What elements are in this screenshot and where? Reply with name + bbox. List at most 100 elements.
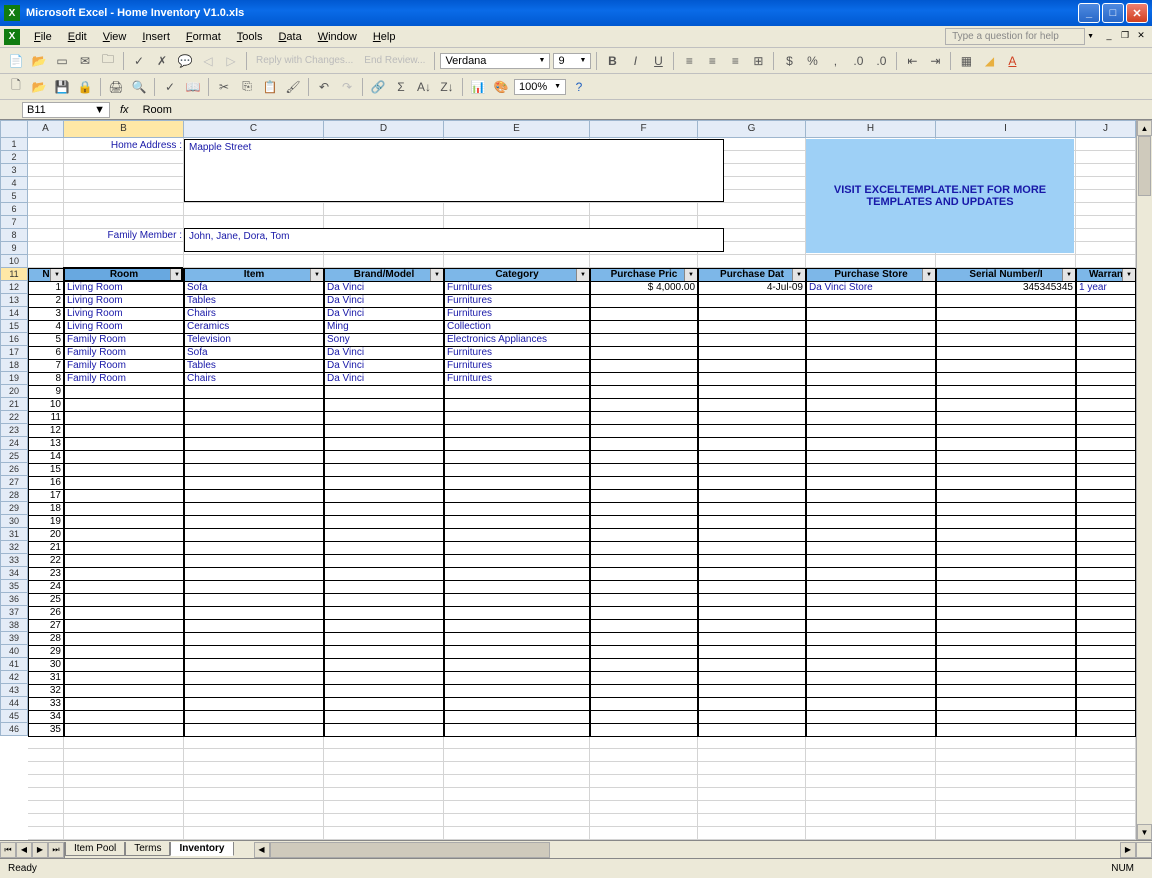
help-icon[interactable]: ?	[569, 77, 589, 97]
cell[interactable]	[444, 516, 590, 529]
cell[interactable]: 4-Jul-09	[698, 282, 806, 295]
row-header-3[interactable]: 3	[0, 164, 28, 177]
row-header-15[interactable]: 15	[0, 320, 28, 333]
cell[interactable]	[590, 295, 698, 308]
cell[interactable]	[936, 529, 1076, 542]
table-row[interactable]: 32	[28, 685, 1136, 698]
cell[interactable]	[698, 555, 806, 568]
cell[interactable]	[590, 633, 698, 646]
tab-last-button[interactable]: ⏭	[48, 842, 64, 858]
cell[interactable]: 16	[28, 477, 64, 490]
table-row[interactable]: 10	[28, 399, 1136, 412]
table-row[interactable]: 1Living RoomSofaDa VinciFurnitures$ 4,00…	[28, 282, 1136, 295]
vertical-scrollbar[interactable]: ▲ ▼	[1136, 120, 1152, 840]
cell[interactable]: 21	[28, 542, 64, 555]
cell[interactable]	[324, 451, 444, 464]
cell[interactable]	[444, 685, 590, 698]
cell[interactable]	[936, 295, 1076, 308]
cell[interactable]: 1	[28, 282, 64, 295]
cell[interactable]	[184, 672, 324, 685]
cell[interactable]: 27	[28, 620, 64, 633]
cell[interactable]	[444, 633, 590, 646]
cell[interactable]	[806, 581, 936, 594]
cell[interactable]	[184, 633, 324, 646]
cell[interactable]	[806, 477, 936, 490]
cell[interactable]	[1076, 425, 1136, 438]
cell[interactable]	[590, 399, 698, 412]
cell[interactable]	[698, 568, 806, 581]
cell[interactable]	[1076, 542, 1136, 555]
cell[interactable]	[698, 646, 806, 659]
cell[interactable]: 2	[28, 295, 64, 308]
row-header-32[interactable]: 32	[0, 541, 28, 554]
cell[interactable]	[936, 464, 1076, 477]
cell[interactable]	[1076, 373, 1136, 386]
cell[interactable]	[590, 477, 698, 490]
table-row[interactable]: 2Living RoomTablesDa VinciFurnitures	[28, 295, 1136, 308]
cell[interactable]	[184, 711, 324, 724]
cell[interactable]	[590, 464, 698, 477]
cell[interactable]	[698, 425, 806, 438]
cell[interactable]	[184, 620, 324, 633]
cell[interactable]	[64, 516, 184, 529]
cell[interactable]	[184, 659, 324, 672]
row-header-36[interactable]: 36	[0, 593, 28, 606]
cell[interactable]: Da Vinci	[324, 308, 444, 321]
cell[interactable]	[806, 529, 936, 542]
cell[interactable]	[324, 581, 444, 594]
cell[interactable]	[444, 646, 590, 659]
cell[interactable]	[936, 477, 1076, 490]
row-header-27[interactable]: 27	[0, 476, 28, 489]
row-header-40[interactable]: 40	[0, 645, 28, 658]
cell[interactable]	[324, 477, 444, 490]
cell[interactable]: Sony	[324, 334, 444, 347]
cell[interactable]	[324, 555, 444, 568]
row-header-4[interactable]: 4	[0, 177, 28, 190]
cell[interactable]	[1076, 464, 1136, 477]
row-header-17[interactable]: 17	[0, 346, 28, 359]
cell[interactable]: 6	[28, 347, 64, 360]
filter-dropdown-icon[interactable]: ▼	[1062, 269, 1075, 281]
cell[interactable]	[936, 334, 1076, 347]
cell[interactable]	[444, 412, 590, 425]
cell[interactable]: Living Room	[64, 308, 184, 321]
cell[interactable]	[590, 568, 698, 581]
cell[interactable]	[184, 568, 324, 581]
end-review-button[interactable]: End Review...	[360, 55, 429, 66]
cell[interactable]	[64, 386, 184, 399]
cell[interactable]: Tables	[184, 360, 324, 373]
cell[interactable]	[936, 373, 1076, 386]
window-minimize-button[interactable]: _	[1078, 3, 1100, 23]
cell[interactable]	[806, 373, 936, 386]
cell[interactable]	[444, 477, 590, 490]
cell[interactable]: Da Vinci	[324, 360, 444, 373]
cell[interactable]	[324, 516, 444, 529]
cell[interactable]: Furnitures	[444, 360, 590, 373]
col-header-H[interactable]: H	[806, 120, 936, 138]
cell[interactable]	[806, 555, 936, 568]
cell-grid[interactable]: Mapple Street John, Jane, Dora, Tom Home…	[28, 138, 1136, 840]
cell[interactable]	[324, 672, 444, 685]
menu-help[interactable]: Help	[365, 28, 404, 46]
cell[interactable]	[184, 607, 324, 620]
row-header-16[interactable]: 16	[0, 333, 28, 346]
cell[interactable]	[936, 438, 1076, 451]
row-header-10[interactable]: 10	[0, 255, 28, 268]
cell[interactable]: 17	[28, 490, 64, 503]
cell[interactable]	[936, 672, 1076, 685]
cell[interactable]	[806, 672, 936, 685]
comma-button[interactable]: ,	[825, 51, 845, 71]
cell[interactable]	[184, 646, 324, 659]
cell[interactable]	[64, 477, 184, 490]
cell[interactable]: 35	[28, 724, 64, 737]
row-header-39[interactable]: 39	[0, 632, 28, 645]
formula-input[interactable]: Room	[139, 103, 1152, 117]
sheet-tab-item-pool[interactable]: Item Pool	[65, 842, 125, 856]
reply-changes-button[interactable]: Reply with Changes...	[252, 55, 357, 66]
cell[interactable]	[698, 386, 806, 399]
cell[interactable]	[590, 438, 698, 451]
cell[interactable]	[590, 451, 698, 464]
cell[interactable]	[936, 308, 1076, 321]
cell[interactable]	[64, 659, 184, 672]
cell[interactable]	[1076, 490, 1136, 503]
